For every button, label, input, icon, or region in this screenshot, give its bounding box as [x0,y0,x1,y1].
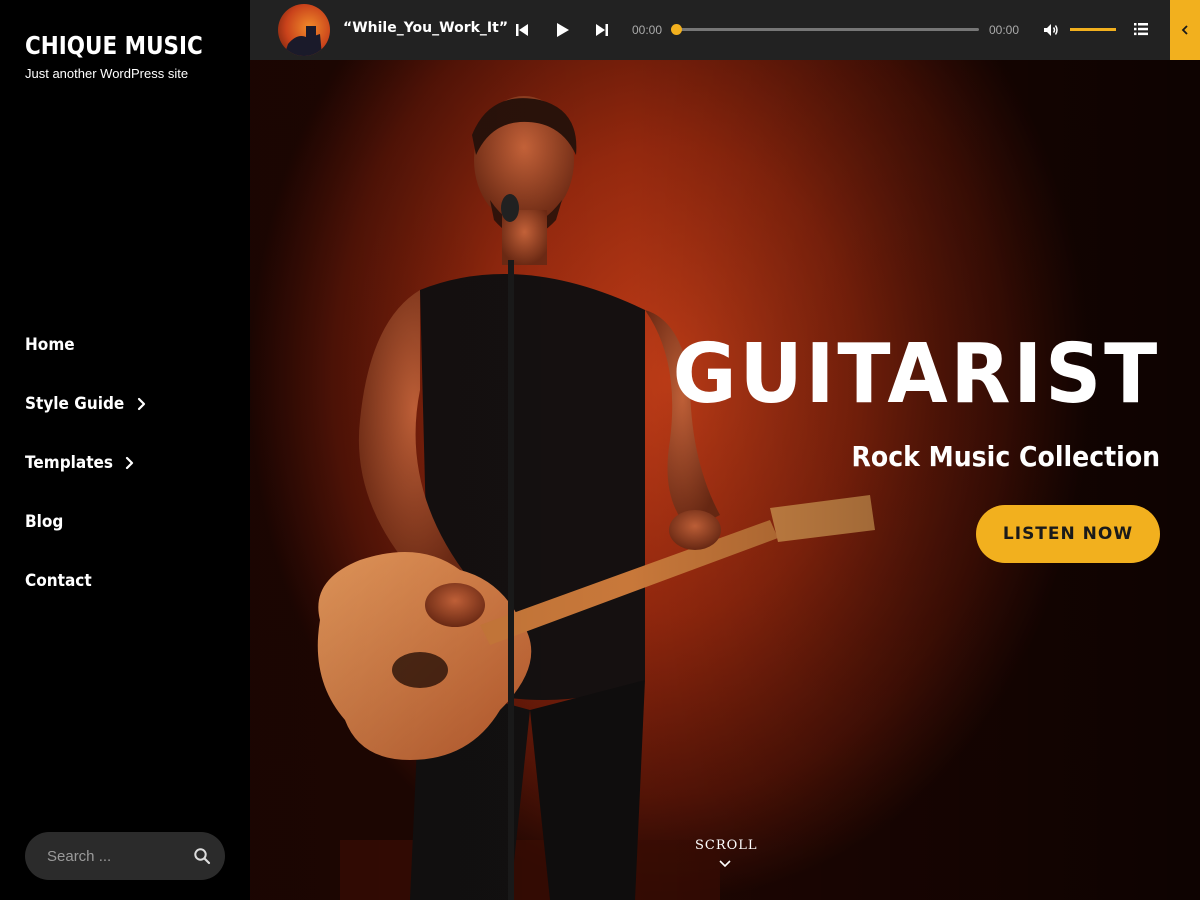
volume-slider[interactable] [1070,28,1116,31]
hero-subtitle: Rock Music Collection [851,440,1160,473]
scroll-indicator[interactable]: SCROLL [695,838,758,869]
site-title[interactable]: CHIQUE MUSIC [25,30,203,62]
nav-item-label: Contact [25,571,92,591]
search-icon[interactable] [193,847,211,865]
duration-time: 00:00 [989,23,1020,37]
nav-item-templates[interactable]: Templates [25,443,225,483]
album-art [278,4,330,56]
search-box [25,832,225,880]
chevron-right-icon[interactable] [133,395,151,413]
play-icon[interactable] [552,20,572,40]
volume-icon[interactable] [1042,21,1060,39]
listen-now-button[interactable]: LISTEN NOW [976,505,1160,563]
chevron-right-icon[interactable] [121,454,139,472]
hero-title: GUITARIST [672,327,1160,422]
scroll-label: SCROLL [695,838,758,853]
nav-item-blog[interactable]: Blog [25,502,225,542]
player-collapse-button[interactable] [1170,0,1200,60]
nav-item-home[interactable]: Home [25,325,225,365]
nav-item-style-guide[interactable]: Style Guide [25,384,225,424]
playlist-icon[interactable] [1132,20,1150,38]
progress-slider[interactable] [671,24,979,35]
chevron-left-icon [1181,25,1188,35]
nav-item-label: Home [25,335,75,355]
hero-banner: GUITARIST Rock Music Collection LISTEN N… [250,0,1200,900]
hero-text-block: GUITARIST Rock Music Collection [647,327,1160,474]
nav-item-contact[interactable]: Contact [25,561,225,601]
current-time: 00:00 [632,23,663,37]
site-tagline: Just another WordPress site [25,66,189,81]
nav-item-label: Style Guide [25,394,125,414]
volume-fill [1070,28,1116,31]
sidebar: CHIQUE MUSIC Just another WordPress site… [0,0,250,900]
chevron-down-icon [719,860,731,868]
nav-item-label: Templates [25,453,114,473]
audio-player: “While_You_Work_It” 00:00 00:00 [250,0,1170,60]
main-nav: Home Style Guide Templates Blog Contact [25,325,225,620]
previous-icon[interactable] [512,20,532,40]
next-icon[interactable] [592,20,612,40]
track-title: “While_You_Work_It” [343,20,509,36]
progress-knob[interactable] [671,24,682,35]
search-input[interactable] [47,847,187,865]
nav-item-label: Blog [25,512,64,532]
